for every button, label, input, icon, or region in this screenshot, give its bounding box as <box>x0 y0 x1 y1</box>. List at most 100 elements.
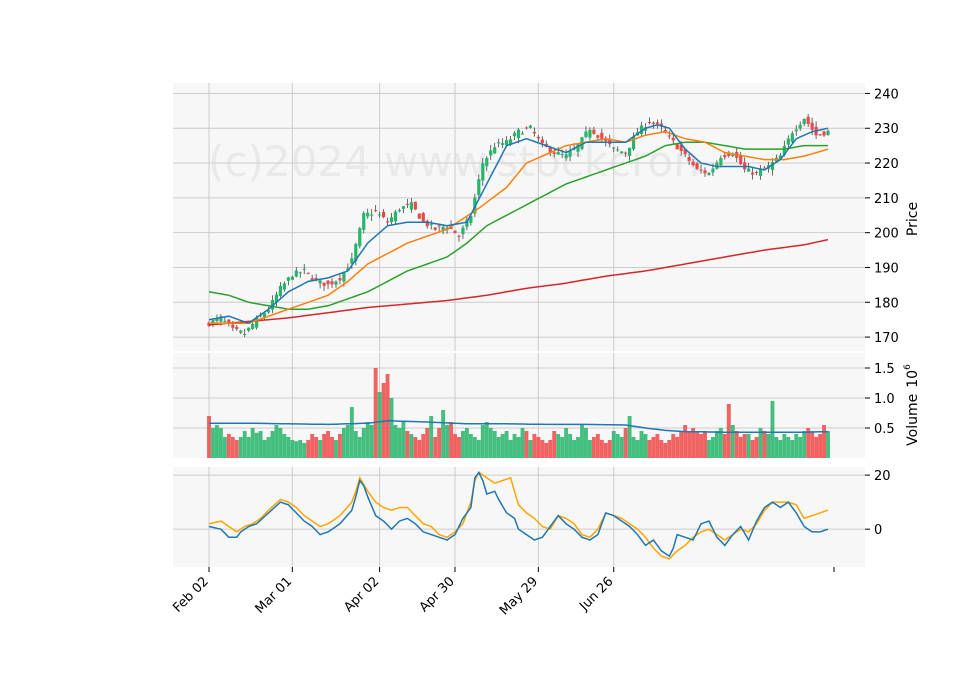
volume-bar <box>754 437 759 458</box>
volume-bar <box>488 428 493 458</box>
volume-bar <box>349 407 354 458</box>
volume-bar <box>286 437 291 458</box>
volume-bar <box>373 368 378 458</box>
volume-bar <box>298 440 303 458</box>
volume-bar <box>341 428 346 458</box>
volume-bar <box>524 431 529 458</box>
candle-body <box>707 173 711 175</box>
candle-body <box>751 172 755 175</box>
candle-body <box>699 169 703 171</box>
volume-bar <box>214 425 219 458</box>
candle-body <box>223 320 227 322</box>
candle-body <box>560 153 564 155</box>
volume-bar <box>476 440 481 458</box>
volume-bar <box>234 440 239 458</box>
volume-bar <box>782 434 787 458</box>
volume-bar <box>651 437 656 458</box>
volume-bar <box>345 425 350 458</box>
volume-bar <box>504 431 509 458</box>
watermark-text: (c)2024 www.stockcron <box>208 137 700 186</box>
volume-bar <box>365 422 370 458</box>
y-tick-label: 230 <box>874 122 899 137</box>
volume-bar <box>250 428 255 458</box>
candle-body <box>378 214 382 216</box>
volume-bar <box>607 440 612 458</box>
candle-body <box>397 209 402 212</box>
candle-body <box>251 323 255 329</box>
candle-body <box>671 137 675 141</box>
candle-body <box>612 147 616 149</box>
candle-body <box>437 225 441 227</box>
x-tick-label: Jun 26 <box>576 574 616 614</box>
candle-body <box>552 152 556 154</box>
volume-bar <box>405 431 410 458</box>
candle-body <box>647 122 652 124</box>
volume-bar <box>822 425 826 458</box>
volume-bar <box>421 434 426 458</box>
x-tick-label: Mar 01 <box>253 574 296 617</box>
candle-body <box>790 133 794 142</box>
candle-body <box>385 221 390 223</box>
volume-bar <box>480 425 485 458</box>
volume-bar <box>770 401 775 458</box>
volume-bar <box>659 440 664 458</box>
volume-bar <box>667 440 672 458</box>
volume-bar <box>714 431 719 458</box>
candle-body <box>286 277 290 281</box>
volume-bar <box>564 428 569 458</box>
volume-bar <box>679 431 684 458</box>
candle-body <box>370 214 374 216</box>
candle-body <box>409 202 413 210</box>
candle-body <box>540 139 544 144</box>
volume-bar <box>798 437 803 458</box>
volume-bar <box>699 434 703 458</box>
candle-body <box>497 142 501 144</box>
volume-bar <box>492 431 497 458</box>
candle-body <box>485 158 489 167</box>
volume-bar <box>707 440 711 458</box>
volume-bar <box>778 440 783 458</box>
volume-bar <box>417 440 422 458</box>
candle-body <box>826 130 830 136</box>
volume-bar <box>687 431 692 458</box>
volume-bar <box>468 434 473 458</box>
volume-bar <box>584 428 588 458</box>
candle-body <box>413 201 417 210</box>
x-tick-label: Apr 30 <box>417 574 458 615</box>
volume-bar <box>326 431 330 458</box>
volume-bar <box>357 437 362 458</box>
candle-body <box>366 212 370 217</box>
candle-body <box>453 230 457 234</box>
candle-body <box>389 217 394 223</box>
volume-bar <box>353 431 358 458</box>
candle-body <box>818 134 822 136</box>
volume-bar <box>568 434 573 458</box>
volume-bar <box>722 434 727 458</box>
volume-bar <box>595 434 600 458</box>
candle-body <box>501 143 505 145</box>
volume-bar <box>580 425 584 458</box>
volume-bar <box>361 428 366 458</box>
candle-body <box>806 116 810 124</box>
candle-body <box>433 227 437 230</box>
volume-bar <box>437 428 442 458</box>
volume-bar <box>453 434 457 458</box>
volume-bar <box>310 434 315 458</box>
volume-bar <box>496 437 501 458</box>
volume-axis-label-exp: 10 <box>905 370 921 388</box>
price-axis-label: Price <box>905 202 921 236</box>
candle-body <box>393 211 398 222</box>
candle-body <box>290 276 294 280</box>
volume-bar <box>318 440 323 458</box>
volume-bar <box>385 374 390 458</box>
candle-body <box>306 272 310 274</box>
volume-bar <box>258 431 263 458</box>
candle-body <box>477 179 481 195</box>
candle-body <box>516 129 521 139</box>
volume-bar <box>246 437 251 458</box>
candle-body <box>298 272 302 274</box>
volume-bar <box>611 431 616 458</box>
y-tick-label: 170 <box>874 331 899 346</box>
candle-body <box>628 147 632 157</box>
volume-bar <box>322 434 327 458</box>
